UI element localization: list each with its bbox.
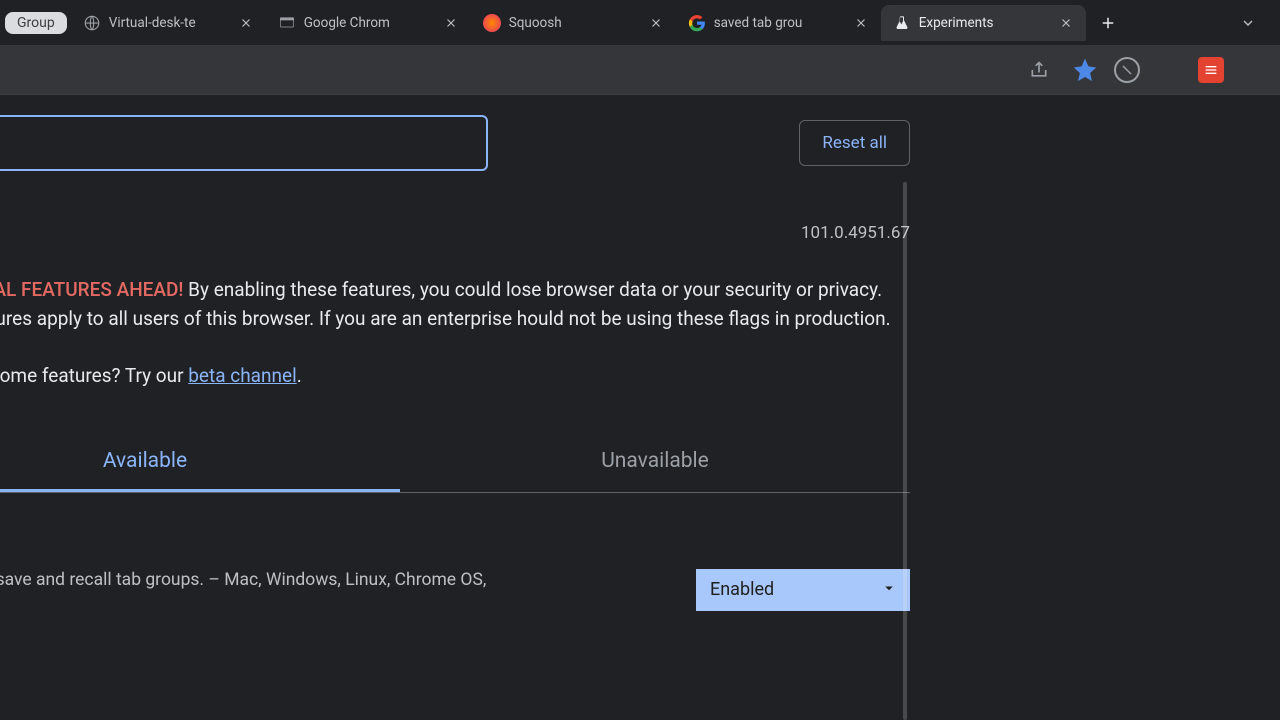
beta-channel-row: cool new Chrome features? Try our beta c…	[0, 364, 910, 387]
tab-squoosh[interactable]: Squoosh	[471, 5, 676, 41]
reset-all-button[interactable]: Reset all	[799, 120, 910, 166]
flag-description: s to explicitly save and recall tab grou…	[0, 568, 676, 593]
tab-virtual-desk[interactable]: Virtual-desk-te	[71, 5, 266, 41]
beta-prefix: cool new Chrome features? Try our	[0, 364, 188, 387]
tab-saved-tab-groups[interactable]: saved tab grou	[676, 5, 881, 41]
flag-title: ave	[0, 539, 676, 560]
tab-label: Experiments	[919, 15, 1050, 31]
tab-label: saved tab grou	[714, 15, 845, 31]
google-icon	[688, 14, 706, 32]
flag-tabs: Available Unavailable	[0, 433, 910, 493]
1password-icon[interactable]	[1236, 53, 1270, 87]
close-icon[interactable]	[238, 15, 254, 31]
beta-suffix: .	[297, 364, 302, 387]
chrome-version: 101.0.4951.67	[801, 223, 910, 243]
tab-unavailable[interactable]: Unavailable	[400, 433, 910, 492]
vertical-scrollbar[interactable]	[903, 182, 907, 720]
bookmark-star-icon[interactable]	[1068, 53, 1102, 87]
tab-google-chrome[interactable]: Google Chrom	[266, 5, 471, 41]
tab-group-chip[interactable]: Group	[5, 12, 67, 34]
tab-experiments[interactable]: Experiments	[881, 5, 1086, 41]
search-flags-input[interactable]	[0, 133, 472, 154]
tab-label: Google Chrom	[304, 15, 435, 31]
flag-entry: ave s to explicitly save and recall tab …	[0, 539, 910, 643]
tab-label: Virtual-desk-te	[109, 15, 230, 31]
tab-strip: Group Virtual-desk-te Google Chrom Squoo…	[0, 0, 1280, 45]
extension-icon-1[interactable]	[1114, 57, 1140, 83]
flask-icon	[893, 14, 911, 32]
tab-label: Squoosh	[509, 15, 640, 31]
close-icon[interactable]	[853, 15, 869, 31]
flag-state-select[interactable]: Enabled	[696, 569, 910, 611]
tab-overflow-button[interactable]	[1236, 11, 1260, 35]
tab-available[interactable]: Available	[0, 433, 400, 492]
todoist-icon[interactable]	[1198, 57, 1224, 83]
globe-icon	[83, 14, 101, 32]
flags-page: Reset all nents 101.0.4951.67 XPERIMENTA…	[0, 95, 910, 642]
new-tab-button[interactable]	[1092, 7, 1124, 39]
extension-icon-2[interactable]	[1152, 53, 1186, 87]
close-icon[interactable]	[1058, 15, 1074, 31]
share-icon[interactable]	[1022, 53, 1056, 87]
search-flags-input-wrapper	[0, 115, 488, 171]
warning-text: XPERIMENTAL FEATURES AHEAD! By enabling …	[0, 275, 910, 334]
squoosh-icon	[483, 14, 501, 32]
close-icon[interactable]	[443, 15, 459, 31]
beta-channel-link[interactable]: beta channel	[188, 364, 296, 387]
flag-state-select-wrapper: Enabled	[696, 569, 910, 611]
chrome-icon	[278, 14, 296, 32]
warning-label: XPERIMENTAL FEATURES AHEAD!	[0, 278, 183, 301]
close-icon[interactable]	[648, 15, 664, 31]
browser-toolbar	[0, 45, 1280, 95]
